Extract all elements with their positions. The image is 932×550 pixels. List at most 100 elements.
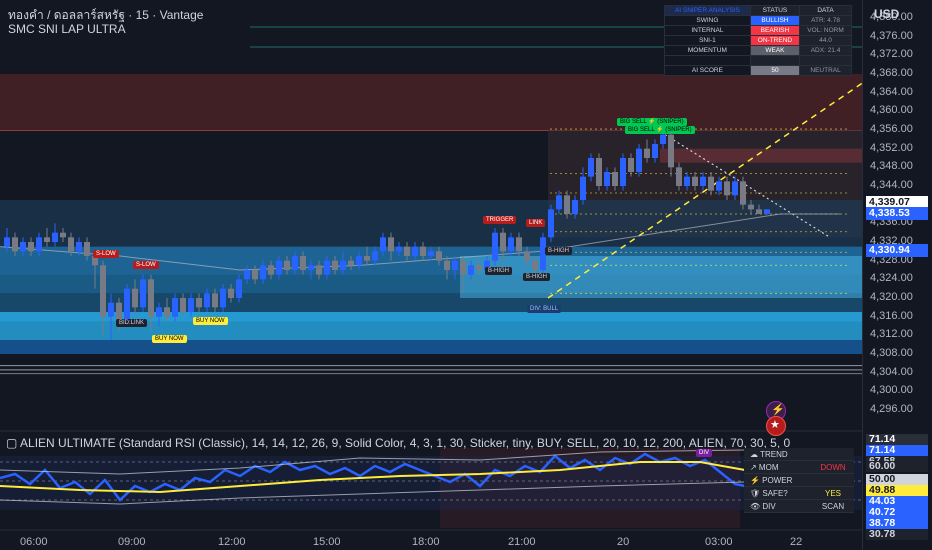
candle-body <box>652 144 658 158</box>
candle-body <box>532 260 538 270</box>
ai-table-row <box>664 55 852 66</box>
ai-table-row: SNI-1 ON-TREND 44.0 <box>664 35 852 46</box>
signal-tag: B-HIGH <box>485 267 512 275</box>
ai-row-status <box>749 55 801 66</box>
time-tick-label: 22 <box>790 536 803 548</box>
rsi-indicator-title[interactable]: ▢ ALIEN ULTIMATE (Standard RSI (Classic)… <box>6 436 790 450</box>
candle-body <box>284 260 290 270</box>
supply-zone-top <box>0 74 862 130</box>
signal-tag: S-LOW <box>93 250 119 258</box>
candle-body <box>268 265 274 275</box>
indicator-name[interactable]: SMC SNI LAP ULTRA <box>8 22 126 36</box>
candle-body <box>596 158 602 186</box>
side-panel-value: YES <box>824 488 841 498</box>
ai-row-status: WEAK <box>749 45 801 56</box>
signal-tag: LINK <box>526 219 546 227</box>
candle-body <box>196 298 202 308</box>
candle-body <box>676 167 682 186</box>
signal-tag: B-HIGH <box>545 247 572 255</box>
candle-body <box>692 176 698 186</box>
price-tick-label: 4,320.00 <box>870 291 913 303</box>
time-tick-label: 06:00 <box>20 536 48 548</box>
side-panel-value: DOWN <box>820 462 846 472</box>
candle-body <box>564 195 570 214</box>
candle-body <box>316 265 322 275</box>
ai-table-header: AI SNIPER ANALYSIS <box>664 5 751 16</box>
time-tick-label: 09:00 <box>118 536 146 548</box>
time-tick-label: 15:00 <box>313 536 341 548</box>
price-tick-label: 4,316.00 <box>870 309 913 322</box>
candle-body <box>492 232 498 261</box>
time-tick-label: 03:00 <box>705 536 733 548</box>
candle-body <box>124 288 130 322</box>
candle-body <box>212 293 218 308</box>
supply-zone-inner <box>660 148 862 163</box>
candle-body <box>44 237 50 242</box>
ai-table-row: SWING BULLISH ATR: 4.78 <box>664 15 852 26</box>
candle-body <box>340 260 346 270</box>
ai-row-data: 44.0 <box>799 35 852 46</box>
price-tick-label: 4,360.00 <box>870 104 913 117</box>
ai-table-row: INTERNAL BEARISH VOL: NORM <box>664 25 852 36</box>
candle-body <box>300 256 306 270</box>
candle-body <box>156 307 162 317</box>
candle-body <box>180 298 186 312</box>
main-chart-canvas[interactable] <box>0 0 862 550</box>
price-tick-label: 4,376.00 <box>870 29 913 42</box>
candle-body <box>644 148 650 158</box>
signal-tag: DIV <box>696 449 713 457</box>
ai-row-status: 50 <box>749 65 801 76</box>
ai-row-data: ADX: 21.4 <box>799 45 852 56</box>
price-tick-label: 4,296.00 <box>870 403 913 415</box>
candle-body <box>516 237 522 252</box>
price-tick-label: 4,368.00 <box>870 67 913 79</box>
candle-body <box>476 265 482 270</box>
candle-body <box>660 134 666 144</box>
side-panel-row: ☁ TREND <box>744 448 854 461</box>
candle-body <box>524 251 530 261</box>
candle-body <box>4 237 10 247</box>
candle-body <box>444 260 450 270</box>
candle-body <box>372 251 378 261</box>
signal-tag: BID:LINK <box>116 319 148 327</box>
candle-body <box>460 260 466 275</box>
ai-row-label: INTERNAL <box>664 25 751 36</box>
ai-row-label: MOMENTUM <box>664 45 751 56</box>
candle-body <box>716 181 722 191</box>
candle-body <box>100 265 106 317</box>
candle-body <box>684 176 690 186</box>
candle-body <box>172 298 178 317</box>
price-badge: 4,338.53 <box>866 207 928 220</box>
candle-body <box>84 242 90 256</box>
candle-body <box>508 237 514 252</box>
ai-row-label <box>664 55 751 66</box>
candle-body <box>620 158 626 186</box>
ai-row-data <box>799 55 852 66</box>
candle-body <box>324 260 330 275</box>
candle-body <box>140 279 146 308</box>
price-tick-label: 4,364.00 <box>870 85 913 98</box>
time-tick-label: 20 <box>617 536 630 548</box>
candle-body <box>356 256 362 266</box>
currency-selector[interactable]: USD <box>874 7 899 21</box>
side-panel-label: 🛡 SAFE? <box>750 488 788 498</box>
candle-body <box>636 148 642 172</box>
signal-tag: BIG SELL ⚡ (SNIPER) <box>625 126 695 134</box>
candle-body <box>588 158 594 177</box>
candle-body <box>380 237 386 252</box>
side-panel-label: ☁ TREND <box>750 449 788 459</box>
candle-body <box>348 260 354 266</box>
side-panel-label: ↗ MOM <box>750 462 779 472</box>
candle-body <box>556 195 562 210</box>
candle-body <box>500 232 506 252</box>
candle-body <box>708 176 714 191</box>
candle-body <box>204 293 210 308</box>
flag-us-icon[interactable]: ★ <box>766 416 786 436</box>
ai-table-row: AI SCORE 50 NEUTRAL <box>664 65 852 76</box>
price-tick-label: 4,312.00 <box>870 328 913 341</box>
ai-row-status: BULLISH <box>749 15 801 26</box>
signal-tag: DIV: BULL <box>527 305 562 313</box>
candle-body <box>732 181 738 196</box>
candle-body <box>572 200 578 214</box>
candle-body <box>76 242 82 252</box>
